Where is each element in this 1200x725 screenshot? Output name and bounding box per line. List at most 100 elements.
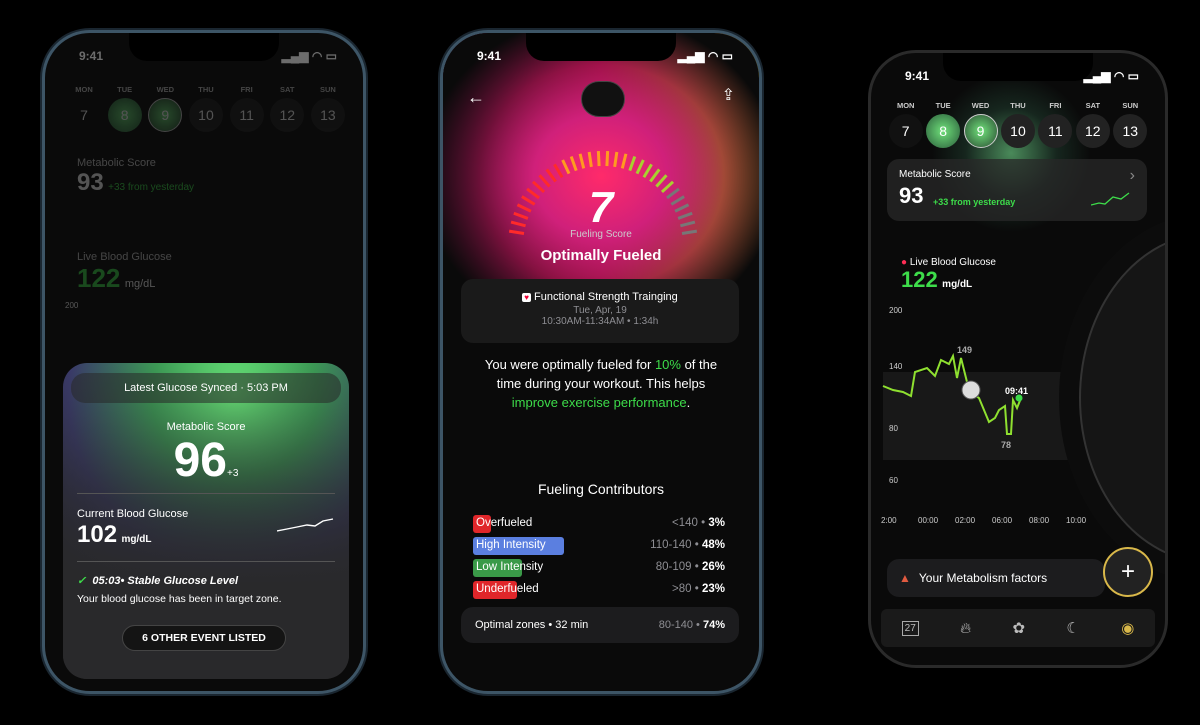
gauge-tick bbox=[628, 155, 637, 172]
label: Live Blood Glucose bbox=[77, 251, 172, 263]
metabolism-factors-button[interactable]: ▲ Your Metabolism factors bbox=[887, 559, 1105, 597]
gauge-tick bbox=[649, 168, 661, 183]
gauge-tick bbox=[553, 163, 564, 178]
share-icon[interactable]: ⇪ bbox=[722, 85, 735, 105]
unit: mg/dL bbox=[124, 278, 156, 290]
x-tick: 06:00 bbox=[992, 516, 1013, 525]
contributor-row: Underfueled >80 • 23% bbox=[473, 581, 725, 599]
check-icon: ✓ bbox=[77, 575, 87, 587]
label: Metabolic Score bbox=[77, 157, 156, 169]
gauge-tick bbox=[605, 151, 610, 167]
current-value: 102 mg/dL bbox=[77, 521, 152, 548]
gauge-tick bbox=[578, 153, 586, 169]
phone-metabolic-summary: 9:41 ▂▄▆ ◠ ▭ MON 7 TUE 8 WED 9 THU 10 FRI 11 SAT 12 S… bbox=[42, 30, 366, 694]
gauge-tick bbox=[613, 151, 619, 168]
day-tue[interactable]: TUE 8 bbox=[924, 101, 961, 148]
y-tick: 60 bbox=[889, 476, 898, 485]
delta: +33 from yesterday bbox=[108, 182, 195, 193]
day-wed[interactable]: WED 9 bbox=[146, 85, 184, 132]
day-sun[interactable]: SUN 13 bbox=[1112, 101, 1149, 148]
x-tick: 02:00 bbox=[955, 516, 976, 525]
day-mon[interactable]: MON 7 bbox=[65, 85, 103, 132]
day-tue[interactable]: TUE 8 bbox=[106, 85, 144, 132]
sparkline-icon bbox=[1091, 192, 1130, 206]
gauge-tick bbox=[642, 163, 653, 178]
event-title: ✓ 05:03• Stable Glucose Level bbox=[77, 575, 239, 587]
tab-calendar[interactable]: 27 bbox=[901, 620, 919, 636]
week-strip[interactable]: MON 7 TUE 8 WED 9 THU 10 FRI 11 SAT 12 SUN 13 bbox=[65, 85, 347, 132]
label-low: 78 bbox=[1001, 440, 1011, 450]
gauge-tick bbox=[569, 155, 578, 172]
score: 93 bbox=[77, 169, 104, 196]
day-fri[interactable]: FRI 11 bbox=[228, 85, 266, 132]
tab-ring-icon[interactable]: ✿ bbox=[1013, 619, 1026, 637]
day-thu[interactable]: THU 10 bbox=[187, 85, 225, 132]
gauge-tick bbox=[587, 151, 593, 168]
y-tick: 140 bbox=[889, 362, 903, 371]
metabolic-score-card[interactable]: Metabolic Score 93 +33 from yesterday bbox=[77, 157, 333, 197]
tab-home-icon[interactable]: ◉ bbox=[1121, 619, 1134, 637]
triangle-logo-icon: ▲ bbox=[899, 571, 911, 585]
workout-card[interactable]: ♥ Functional Strength Trainging Tue, Apr… bbox=[461, 279, 739, 343]
fuel-message: You were optimally fueled for 10% of the… bbox=[484, 357, 718, 410]
event-desc: Your blood glucose has been in target zo… bbox=[77, 593, 282, 605]
week-strip[interactable]: MON 7 TUE 8 WED 9 THU 10 FRI 11 SAT 12 SUN 13 bbox=[887, 101, 1149, 148]
label-now: 09:41 bbox=[1005, 386, 1028, 396]
status-bar: 9:41 ▂▄▆ ◠ ▭ bbox=[477, 49, 733, 63]
status-bar: 9:41 ▂▄▆ ◠ ▭ bbox=[79, 49, 337, 63]
heart-icon: ♥ bbox=[522, 293, 531, 302]
status-bar: 9:41 ▂▄▆ ◠ ▭ bbox=[905, 69, 1139, 83]
signal-icon: ▂▄▆ ◠ ▭ bbox=[1083, 69, 1139, 83]
gauge-tick bbox=[620, 153, 628, 169]
glucose-sync-sheet: Latest Glucose Synced · 5:03 PM Metaboli… bbox=[63, 363, 349, 679]
score-label: Fueling Score bbox=[570, 229, 632, 240]
performance-link[interactable]: improve exercise performance bbox=[512, 395, 687, 410]
day-sat[interactable]: SAT 12 bbox=[1074, 101, 1111, 148]
fueling-score: 7 bbox=[588, 183, 614, 232]
gauge-tick bbox=[561, 159, 571, 175]
synced-banner: Latest Glucose Synced · 5:03 PM bbox=[71, 373, 341, 403]
meal-marker-icon bbox=[961, 380, 981, 400]
day-sun[interactable]: SUN 13 bbox=[309, 85, 347, 132]
gauge-tick bbox=[545, 168, 557, 183]
x-tick: 2:00 bbox=[881, 516, 897, 525]
fuel-status: Optimally Fueled bbox=[540, 247, 662, 264]
glucose-value: 122 bbox=[77, 263, 121, 293]
score: 96+3 bbox=[173, 434, 239, 487]
gauge-tick bbox=[596, 151, 601, 167]
label-peak: 149 bbox=[957, 345, 972, 355]
contributor-row: Overfueled <140 • 3% bbox=[473, 515, 725, 533]
axis-label: 200 bbox=[65, 301, 79, 310]
tab-moon-icon[interactable]: ☾ bbox=[1066, 619, 1079, 637]
add-button[interactable]: + bbox=[1103, 547, 1153, 597]
back-icon[interactable]: ← bbox=[467, 87, 485, 108]
chevron-right-icon[interactable]: › bbox=[1130, 167, 1135, 185]
day-fri[interactable]: FRI 11 bbox=[1037, 101, 1074, 148]
day-thu[interactable]: THU 10 bbox=[999, 101, 1036, 148]
day-mon[interactable]: MON 7 bbox=[887, 101, 924, 148]
tab-flame-icon[interactable]: 🔥︎ bbox=[960, 620, 971, 637]
optimal-zones-row: Optimal zones • 32 min 80-140 • 74% bbox=[461, 607, 739, 643]
tab-bar: 27 🔥︎ ✿ ☾ ◉ bbox=[881, 609, 1155, 647]
y-tick: 200 bbox=[889, 306, 903, 315]
signal-icon: ▂▄▆ ◠ ▭ bbox=[677, 49, 733, 63]
x-tick: 08:00 bbox=[1029, 516, 1050, 525]
signal-icon: ▂▄▆ ◠ ▭ bbox=[281, 49, 337, 63]
other-events-button[interactable]: 6 OTHER EVENT LISTED bbox=[122, 625, 286, 651]
app-logo-icon bbox=[581, 81, 625, 117]
day-wed[interactable]: WED 9 bbox=[962, 101, 999, 148]
current-label: Current Blood Glucose bbox=[77, 508, 189, 520]
contributor-row: Low Intensity 80-109 • 26% bbox=[473, 559, 725, 577]
glucose-card: Live Blood Glucose 122 mg/dL bbox=[77, 251, 172, 294]
divider bbox=[77, 561, 335, 562]
y-tick: 80 bbox=[889, 424, 898, 433]
glucose-value: 122 mg/dL bbox=[901, 267, 973, 292]
x-tick: 00:00 bbox=[918, 516, 939, 525]
phone-fueling-score: 9:41 ▂▄▆ ◠ ▭ ← ⇪ 7 Fueling Score Optimall… bbox=[440, 30, 762, 694]
gauge-tick bbox=[635, 159, 645, 175]
sparkline-icon bbox=[277, 518, 334, 532]
contributors-title: Fueling Contributors bbox=[537, 481, 665, 497]
day-sat[interactable]: SAT 12 bbox=[268, 85, 306, 132]
metabolic-score-card[interactable]: Metabolic Score 93 +33 from yesterday › bbox=[887, 159, 1147, 221]
score-label: Metabolic Score bbox=[166, 421, 246, 433]
